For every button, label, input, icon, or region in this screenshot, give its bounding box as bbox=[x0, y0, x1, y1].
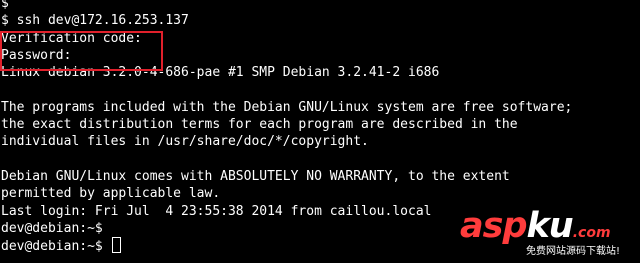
watermark-logo-com: .com bbox=[572, 225, 611, 241]
watermark-logo-asp: asp bbox=[460, 206, 528, 246]
motd-line: individual files in /usr/share/doc/*/cop… bbox=[1, 134, 369, 150]
watermark-logo-ku: ku bbox=[526, 206, 574, 246]
watermark-tagline: 免费网站源码下载站! bbox=[526, 246, 621, 257]
motd-line: The programs included with the Debian GN… bbox=[1, 99, 573, 115]
ssh-command-line: $ ssh dev@172.16.253.137 bbox=[1, 13, 189, 29]
terminal-window[interactable]: $ $ ssh dev@172.16.253.137 Verification … bbox=[0, 0, 640, 263]
watermark: aspku.com 免费网站源码下载站! bbox=[460, 206, 636, 260]
shell-prompt: dev@debian:~$ bbox=[1, 239, 111, 255]
motd-line: the exact distribution terms for each pr… bbox=[1, 117, 518, 133]
auth-prompts-highlight bbox=[0, 31, 163, 71]
motd-line: permitted by applicable law. bbox=[1, 186, 221, 202]
terminal-line: $ bbox=[1, 0, 9, 11]
motd-line: Debian GNU/Linux comes with ABSOLUTELY N… bbox=[1, 168, 510, 184]
text-cursor bbox=[111, 237, 121, 254]
